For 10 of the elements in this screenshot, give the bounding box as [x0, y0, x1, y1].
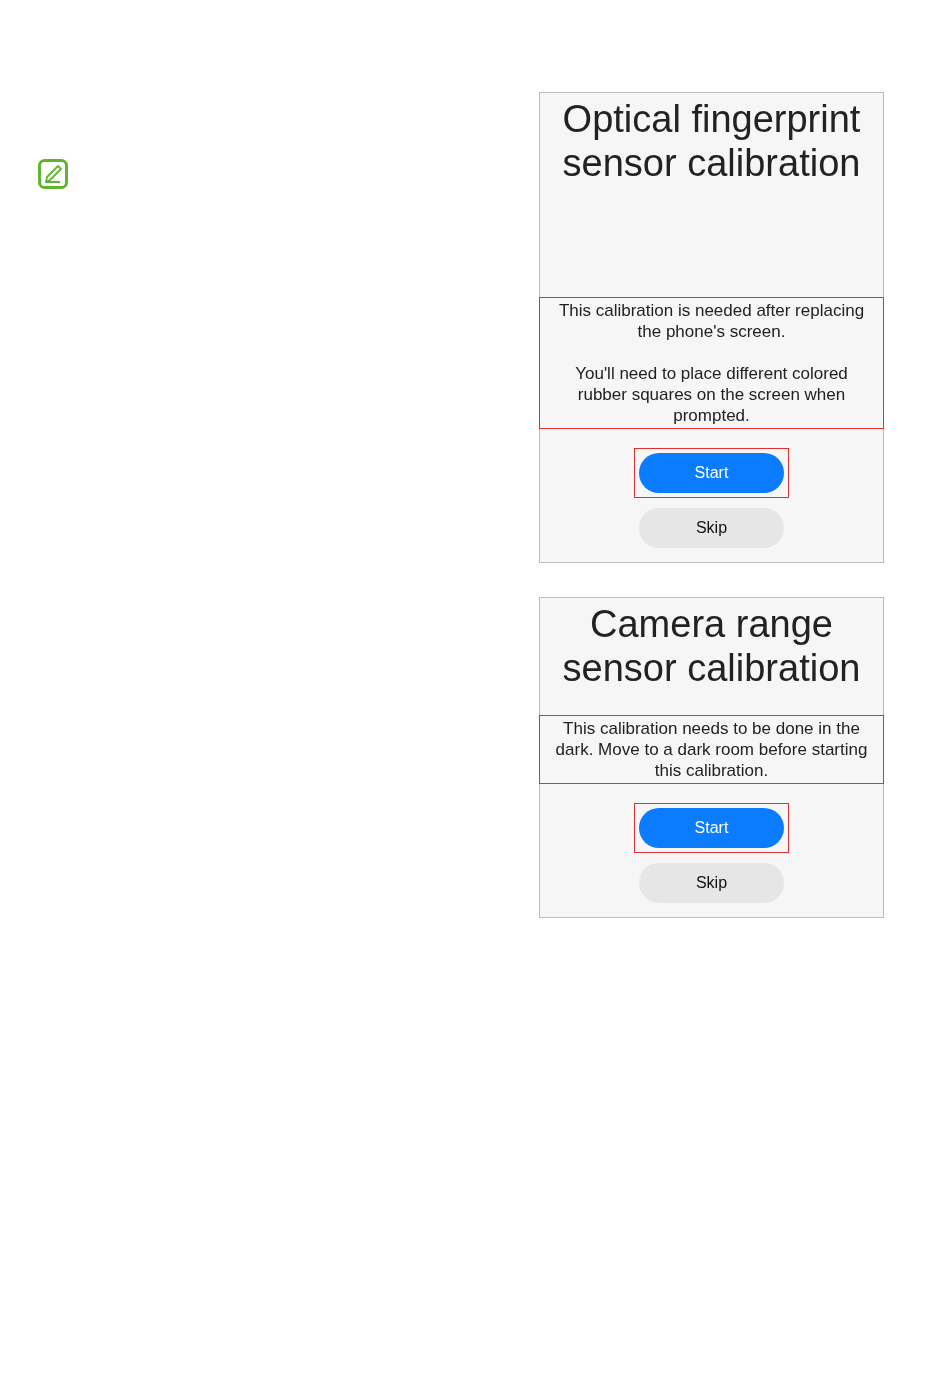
description-text: This calibration is needed after replacing the phone's screen. [557, 300, 866, 342]
skip-button[interactable]: Skip [639, 508, 784, 548]
note-pen-icon [38, 159, 68, 189]
description-text: You'll need to place different colored rubber squares on the screen when prompted. [574, 363, 849, 426]
skip-button[interactable]: Skip [639, 863, 784, 903]
screen-title: Optical fingerprint sensor calibration [561, 97, 862, 185]
start-button[interactable]: Start [639, 808, 784, 848]
start-button[interactable]: Start [639, 453, 784, 493]
description-text: This calibration needs to be done in the dark. Move to a dark room before starting this calibration. [554, 718, 869, 781]
screen-title: Camera range sensor calibration [561, 602, 862, 690]
